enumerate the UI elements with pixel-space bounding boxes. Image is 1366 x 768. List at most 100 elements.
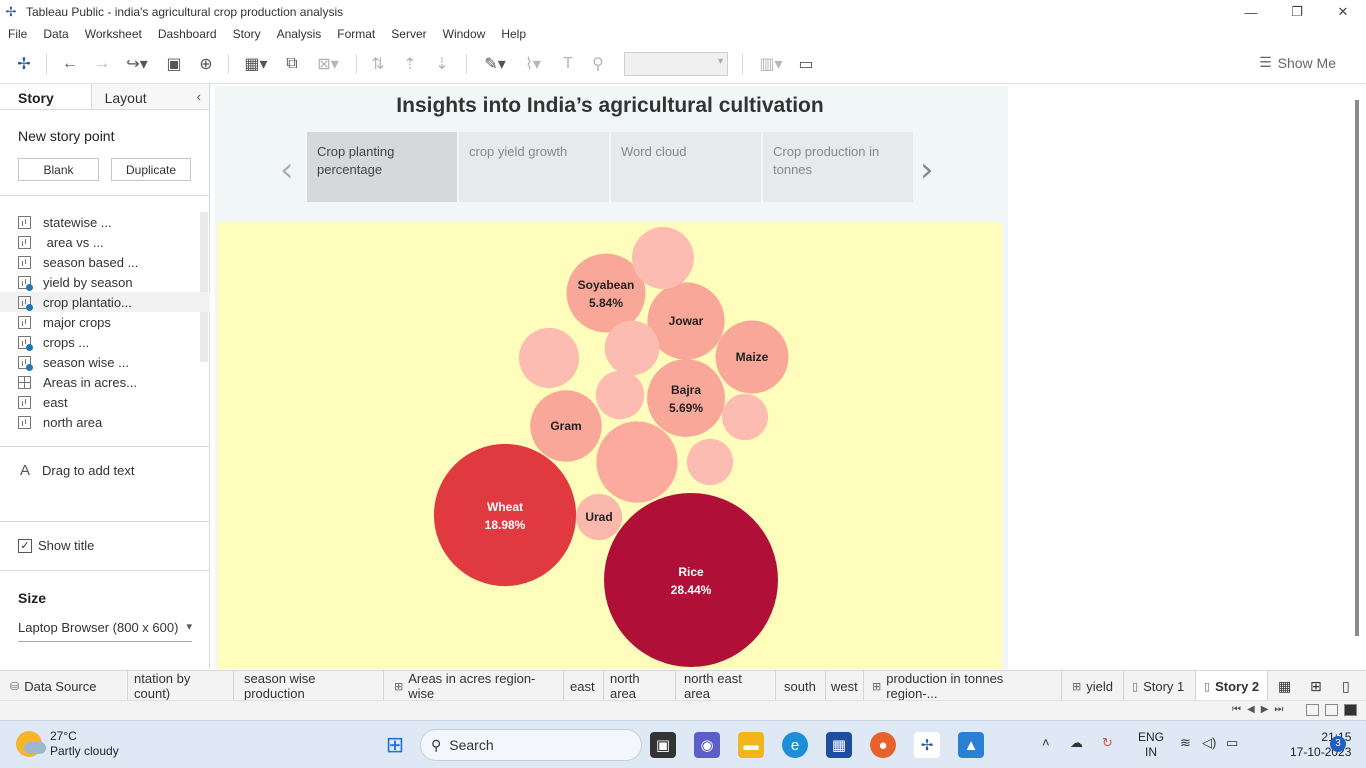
new-worksheet-icon[interactable]: ▦: [1272, 671, 1302, 701]
fit-dropdown[interactable]: [624, 52, 728, 76]
sheet-navigation-icons[interactable]: ⏮◀▶⏭: [1232, 704, 1289, 715]
tableau-logo-icon[interactable]: ✢: [12, 50, 36, 78]
redo-icon[interactable]: →: [90, 50, 114, 78]
task-view-icon[interactable]: ▣: [650, 732, 676, 758]
tab-data-source[interactable]: ⛁ Data Source: [0, 671, 128, 701]
restore-icon[interactable]: ❐: [1274, 0, 1320, 24]
new-story-icon[interactable]: ▯: [1336, 671, 1366, 701]
list-item[interactable]: season based ...: [0, 252, 210, 272]
bubble-unlabeled[interactable]: [686, 438, 734, 486]
windows-start-icon[interactable]: ⊞: [382, 732, 408, 758]
collapse-pane-icon[interactable]: ‹: [197, 89, 201, 104]
firefox-icon[interactable]: ●: [870, 732, 896, 758]
story-point-3[interactable]: Word cloud: [611, 132, 761, 202]
list-item[interactable]: crop plantatio...: [0, 292, 210, 312]
next-story-point-icon[interactable]: ›: [920, 150, 934, 190]
list-item[interactable]: yield by season: [0, 272, 210, 292]
sheet-tab[interactable]: west: [826, 671, 864, 701]
menu-file[interactable]: File: [0, 27, 35, 41]
size-dropdown[interactable]: Laptop Browser (800 x 600): [18, 620, 192, 642]
bubble-unlabeled[interactable]: [721, 393, 769, 441]
language-indicator[interactable]: ENG IN: [1138, 730, 1164, 760]
presentation-mode-icon[interactable]: ▭: [794, 50, 818, 78]
sheet-tab[interactable]: east: [564, 671, 604, 701]
bubble-unlabeled[interactable]: [632, 227, 694, 289]
sort-ascending-icon[interactable]: ⇡: [398, 50, 422, 78]
sheet-tab[interactable]: ⊞ yield: [1062, 671, 1124, 701]
list-item[interactable]: north area: [0, 412, 210, 432]
group-icon[interactable]: ⌇▾: [516, 50, 550, 78]
replay-icon[interactable]: ↪▾: [120, 50, 154, 78]
menu-dashboard[interactable]: Dashboard: [150, 27, 225, 41]
sheet-tab[interactable]: ⊞ production in tonnes region-...: [864, 671, 1062, 701]
bubble-unlabeled[interactable]: [518, 327, 580, 389]
sheet-tab[interactable]: season wise production: [234, 671, 384, 701]
list-item[interactable]: Areas in acres...: [0, 372, 210, 392]
save-icon[interactable]: ▣: [162, 50, 186, 78]
onedrive-icon[interactable]: ☁: [1070, 735, 1083, 751]
menu-format[interactable]: Format: [329, 27, 383, 41]
bubble-chart[interactable]: Rice 28.44% Wheat 18.98% Soyabean 5.84% Bajra 5…: [218, 222, 1002, 669]
bubble-unlabeled[interactable]: [595, 370, 645, 420]
tabs-view-icon[interactable]: [1344, 704, 1357, 716]
wifi-icon[interactable]: ≋: [1180, 735, 1191, 751]
clear-sheet-icon[interactable]: ⊠▾: [310, 50, 346, 78]
list-item[interactable]: area vs ...: [0, 232, 210, 252]
list-item[interactable]: east: [0, 392, 210, 412]
sync-icon[interactable]: ↻: [1102, 735, 1113, 751]
duplicate-button[interactable]: Duplicate: [111, 158, 191, 181]
battery-icon[interactable]: ▭: [1226, 735, 1238, 751]
story-point-2[interactable]: crop yield growth: [459, 132, 609, 202]
story-point-4[interactable]: Crop production in tonnes: [763, 132, 913, 202]
minimize-icon[interactable]: —: [1228, 0, 1274, 24]
menu-story[interactable]: Story: [225, 27, 269, 41]
bubble-wheat[interactable]: [433, 443, 577, 587]
list-item[interactable]: season wise ...: [0, 352, 210, 372]
sheet-tab-active[interactable]: ▯ Story 2: [1196, 671, 1268, 701]
show-cards-icon[interactable]: ▥▾: [754, 50, 788, 78]
volume-icon[interactable]: ◁): [1202, 735, 1216, 751]
chat-icon[interactable]: ◉: [694, 732, 720, 758]
story-point-1[interactable]: Crop planting percentage: [307, 132, 457, 202]
undo-icon[interactable]: ←: [58, 50, 82, 78]
menu-help[interactable]: Help: [493, 27, 534, 41]
menu-server[interactable]: Server: [383, 27, 434, 41]
pin-icon[interactable]: ⚲: [586, 50, 610, 78]
show-me-button[interactable]: ☰ Show Me: [1259, 54, 1336, 71]
show-hidden-icons[interactable]: ˄: [1042, 735, 1050, 750]
sheet-tab[interactable]: north east area: [676, 671, 776, 701]
tab-layout[interactable]: Layout ‹: [91, 84, 209, 109]
notification-badge[interactable]: 3: [1330, 736, 1346, 752]
bubble-bajra[interactable]: [647, 359, 725, 437]
weather-widget[interactable]: 27°C Partly cloudy: [16, 729, 119, 759]
bubble-unlabeled[interactable]: [604, 320, 660, 376]
menu-data[interactable]: Data: [35, 27, 76, 41]
swap-icon[interactable]: ⇅: [366, 50, 390, 78]
sort-descending-icon[interactable]: ⇣: [430, 50, 454, 78]
show-title-checkbox[interactable]: ✓ Show title: [18, 538, 94, 553]
new-datasource-icon[interactable]: ⊕: [194, 50, 218, 78]
list-item[interactable]: crops ...: [0, 332, 210, 352]
previous-story-point-icon[interactable]: ‹: [280, 150, 294, 190]
labels-icon[interactable]: T: [556, 50, 580, 78]
drag-to-add-text[interactable]: A Drag to add text: [0, 462, 135, 479]
sheet-tab[interactable]: ntation by count): [128, 671, 234, 701]
menu-window[interactable]: Window: [435, 27, 494, 41]
sheet-tab[interactable]: ▯ Story 1: [1124, 671, 1196, 701]
sheet-tab[interactable]: south: [776, 671, 826, 701]
new-dashboard-icon[interactable]: ⊞: [1304, 671, 1334, 701]
store-icon[interactable]: ▦: [826, 732, 852, 758]
tableau-taskbar-icon[interactable]: ✢: [914, 732, 940, 758]
filmstrip-icon[interactable]: [1306, 704, 1319, 716]
vertical-scrollbar[interactable]: [1355, 100, 1359, 636]
photos-icon[interactable]: ▲: [958, 732, 984, 758]
sheet-tab[interactable]: north area: [604, 671, 676, 701]
duplicate-sheet-icon[interactable]: ⧉: [280, 50, 304, 78]
bubble-rice[interactable]: [604, 493, 778, 667]
sorter-icon[interactable]: [1325, 704, 1338, 716]
edge-icon[interactable]: e: [782, 732, 808, 758]
blank-button[interactable]: Blank: [18, 158, 99, 181]
close-icon[interactable]: ✕: [1320, 0, 1366, 24]
menu-analysis[interactable]: Analysis: [269, 27, 330, 41]
menu-worksheet[interactable]: Worksheet: [77, 27, 150, 41]
